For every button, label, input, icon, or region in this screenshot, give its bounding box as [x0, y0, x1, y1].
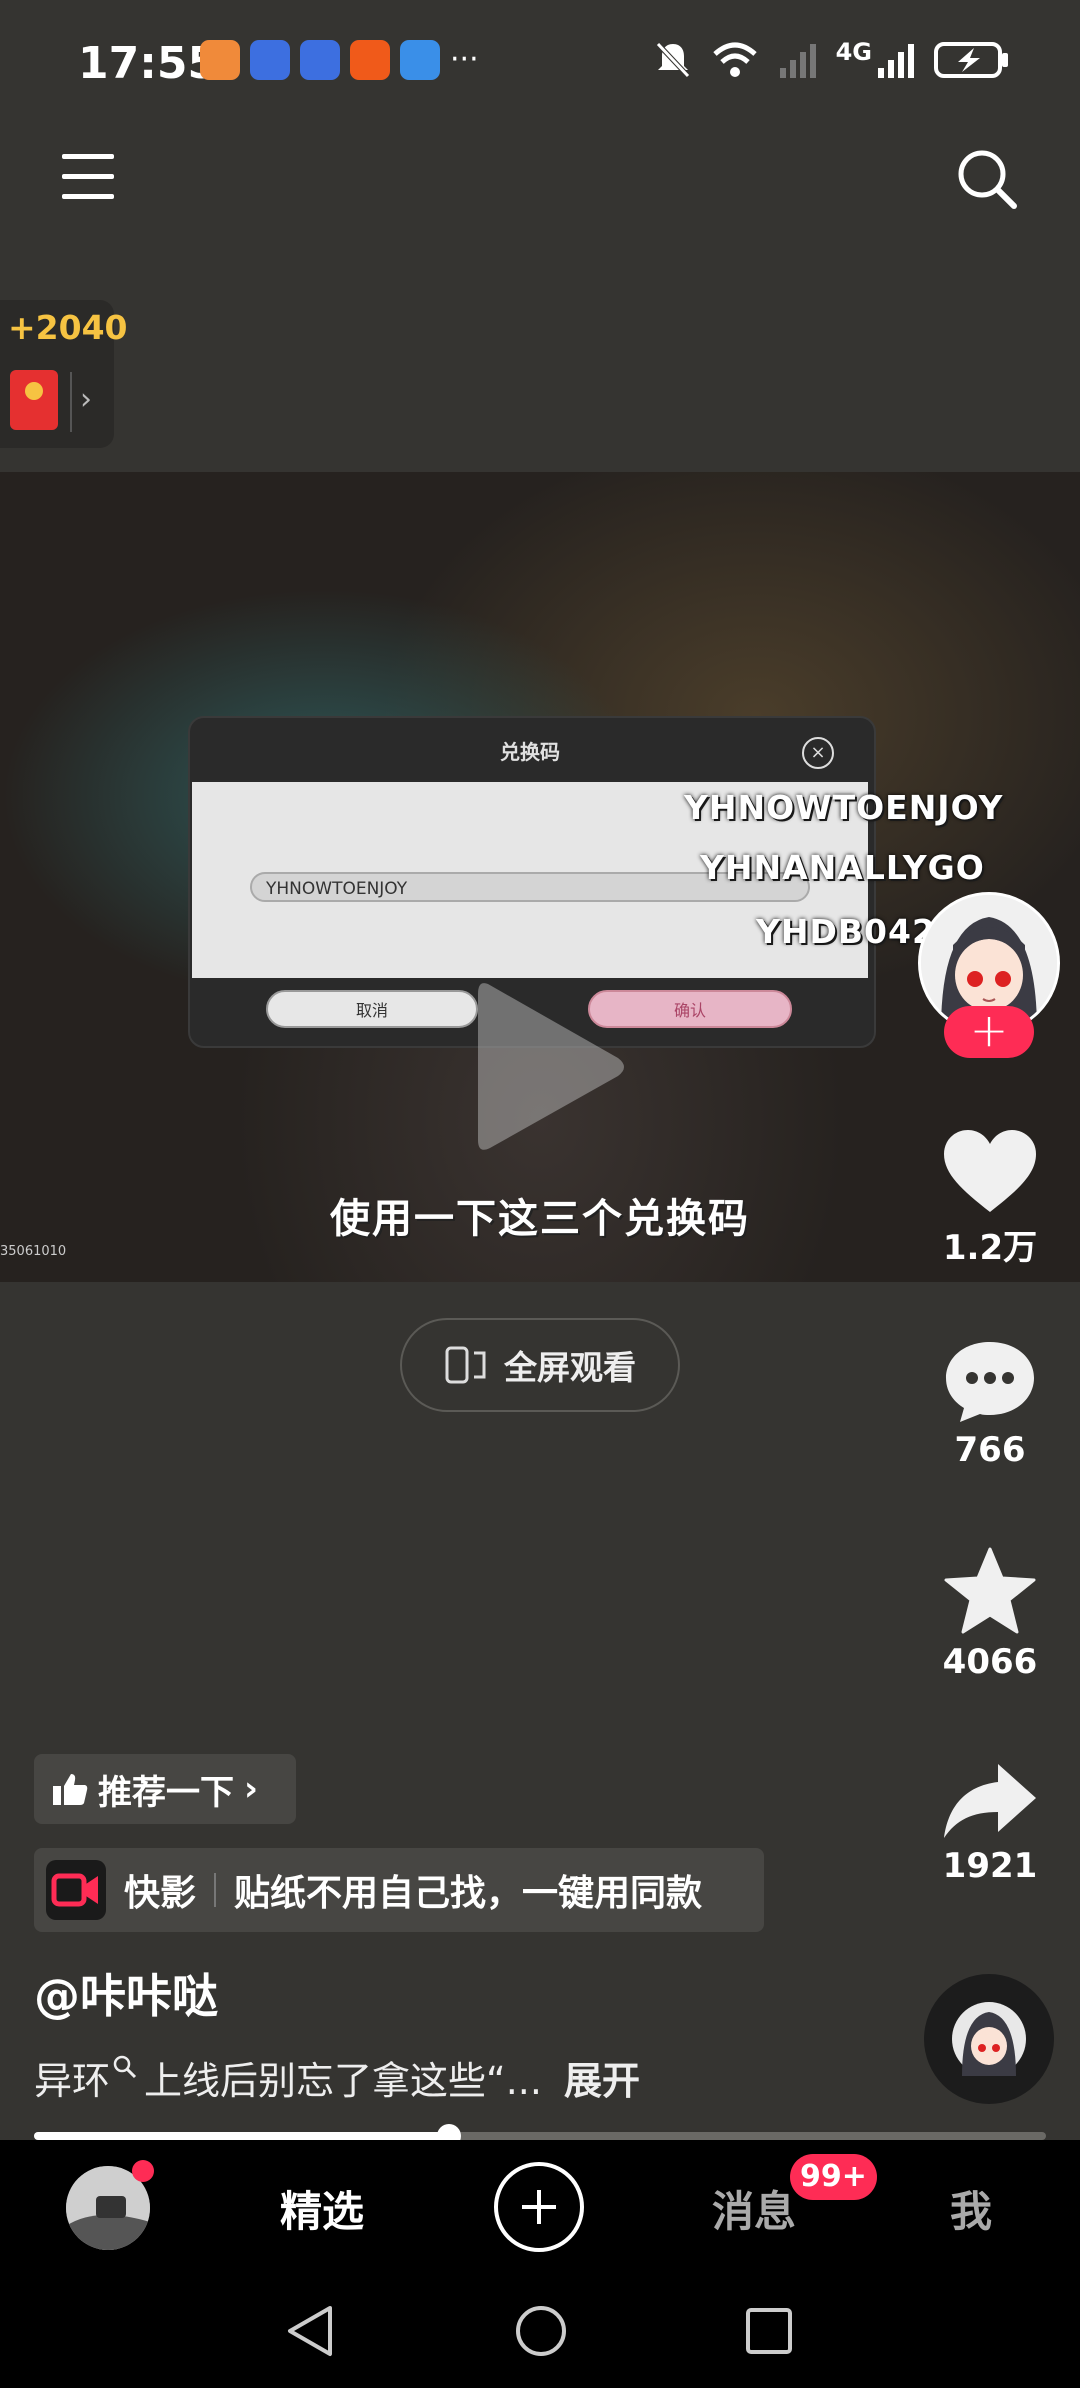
create-button[interactable] — [494, 2162, 584, 2252]
recents-icon[interactable] — [744, 2306, 794, 2356]
tab-messages[interactable]: 消息 — [712, 2178, 796, 2239]
like-count: 1.2万 — [942, 1228, 1038, 1268]
favorite-button[interactable]: 4066 — [930, 1546, 1050, 1682]
divider — [214, 1873, 217, 1907]
chevron-right-icon: › — [244, 1769, 259, 1809]
share-icon — [944, 1764, 1036, 1838]
author-name[interactable]: @咔咔哒 — [34, 1960, 218, 2026]
recommend-button[interactable]: 推荐一下 › — [34, 1754, 296, 1824]
notification-dot — [132, 2160, 154, 2182]
fullscreen-label: 全屏观看 — [504, 1348, 636, 1387]
notification-icons: ··· — [200, 40, 479, 80]
network-type: 4G — [835, 38, 872, 66]
status-time: 17:55 — [78, 38, 219, 89]
star-icon — [944, 1547, 1036, 1634]
comment-count: 766 — [954, 1430, 1026, 1470]
battery-charging-icon — [934, 42, 1008, 78]
share-count: 1921 — [942, 1846, 1038, 1886]
heart-app-icon — [200, 40, 240, 80]
browser-app-icon — [250, 40, 290, 80]
video-description[interactable]: 异环 上线后别忘了拿这些“... 展开 — [34, 2050, 640, 2105]
signal-icon — [878, 44, 914, 78]
status-icons: 4G — [654, 38, 1010, 80]
more-notifications-icon: ··· — [450, 42, 479, 77]
description-text: 上线后别忘了拿这些“... — [144, 2059, 542, 2103]
like-button[interactable]: 1.2万 — [930, 1128, 1050, 1269]
kuaiying-promo-text: 贴纸不用自己找，一键用同款 — [234, 1873, 703, 1914]
signal-icon — [779, 44, 816, 78]
code-text-2: YHNANALLYGO — [700, 848, 985, 887]
search-icon — [113, 2056, 137, 2079]
kuaiying-template-banner[interactable]: 快影 贴纸不用自己找，一键用同款 — [34, 1848, 764, 1932]
weather-app-icon — [400, 40, 440, 80]
tab-featured[interactable]: 精选 — [280, 2178, 364, 2239]
description-keyword: 异环 — [34, 2059, 111, 2103]
rotate-screen-icon — [445, 1346, 486, 1384]
mute-icon — [655, 42, 690, 78]
coin-divider — [70, 372, 72, 432]
comment-icon — [946, 1342, 1034, 1422]
expand-link[interactable]: 展开 — [564, 2059, 640, 2103]
code-text-1: YHNOWTOENJOY — [684, 788, 1004, 827]
back-icon[interactable] — [284, 2304, 336, 2358]
home-icon[interactable] — [514, 2304, 568, 2358]
chevron-right-icon: › — [80, 382, 92, 417]
video-watermark: 35061010 — [0, 1244, 67, 1259]
comment-button[interactable]: 766 — [930, 1338, 1050, 1470]
recommend-label: 推荐一下 — [98, 1772, 234, 1813]
favorite-count: 4066 — [942, 1642, 1038, 1682]
taobao-app-icon — [350, 40, 390, 80]
progress-fill — [34, 2132, 449, 2140]
share-button[interactable]: 1921 — [930, 1760, 1050, 1886]
dialog-title: 兑换码 — [500, 740, 560, 764]
red-packet-icon — [10, 370, 58, 430]
follow-button[interactable]: + — [944, 1006, 1034, 1058]
menu-icon[interactable] — [62, 154, 114, 200]
music-cover — [952, 2002, 1026, 2076]
dialog-cancel-button: 取消 — [266, 990, 478, 1028]
wifi-icon — [712, 42, 757, 77]
coin-count: +2040 — [8, 308, 128, 347]
search-icon[interactable] — [956, 148, 1018, 210]
messages-badge: 99+ — [790, 2154, 877, 2200]
video-subtitle: 使用一下这三个兑换码 — [330, 1196, 750, 1242]
heart-icon — [944, 1130, 1036, 1212]
tab-me[interactable]: 我 — [950, 2178, 992, 2239]
fullscreen-button[interactable]: 全屏观看 — [400, 1318, 680, 1412]
close-icon: × — [802, 737, 834, 769]
thumbs-up-icon — [53, 1774, 88, 1805]
kuaiying-app-name: 快影 — [124, 1873, 197, 1914]
browser-app-icon — [300, 40, 340, 80]
play-icon[interactable] — [468, 972, 638, 1162]
kuaiying-logo-icon — [46, 1860, 106, 1920]
plus-icon — [522, 2190, 556, 2224]
